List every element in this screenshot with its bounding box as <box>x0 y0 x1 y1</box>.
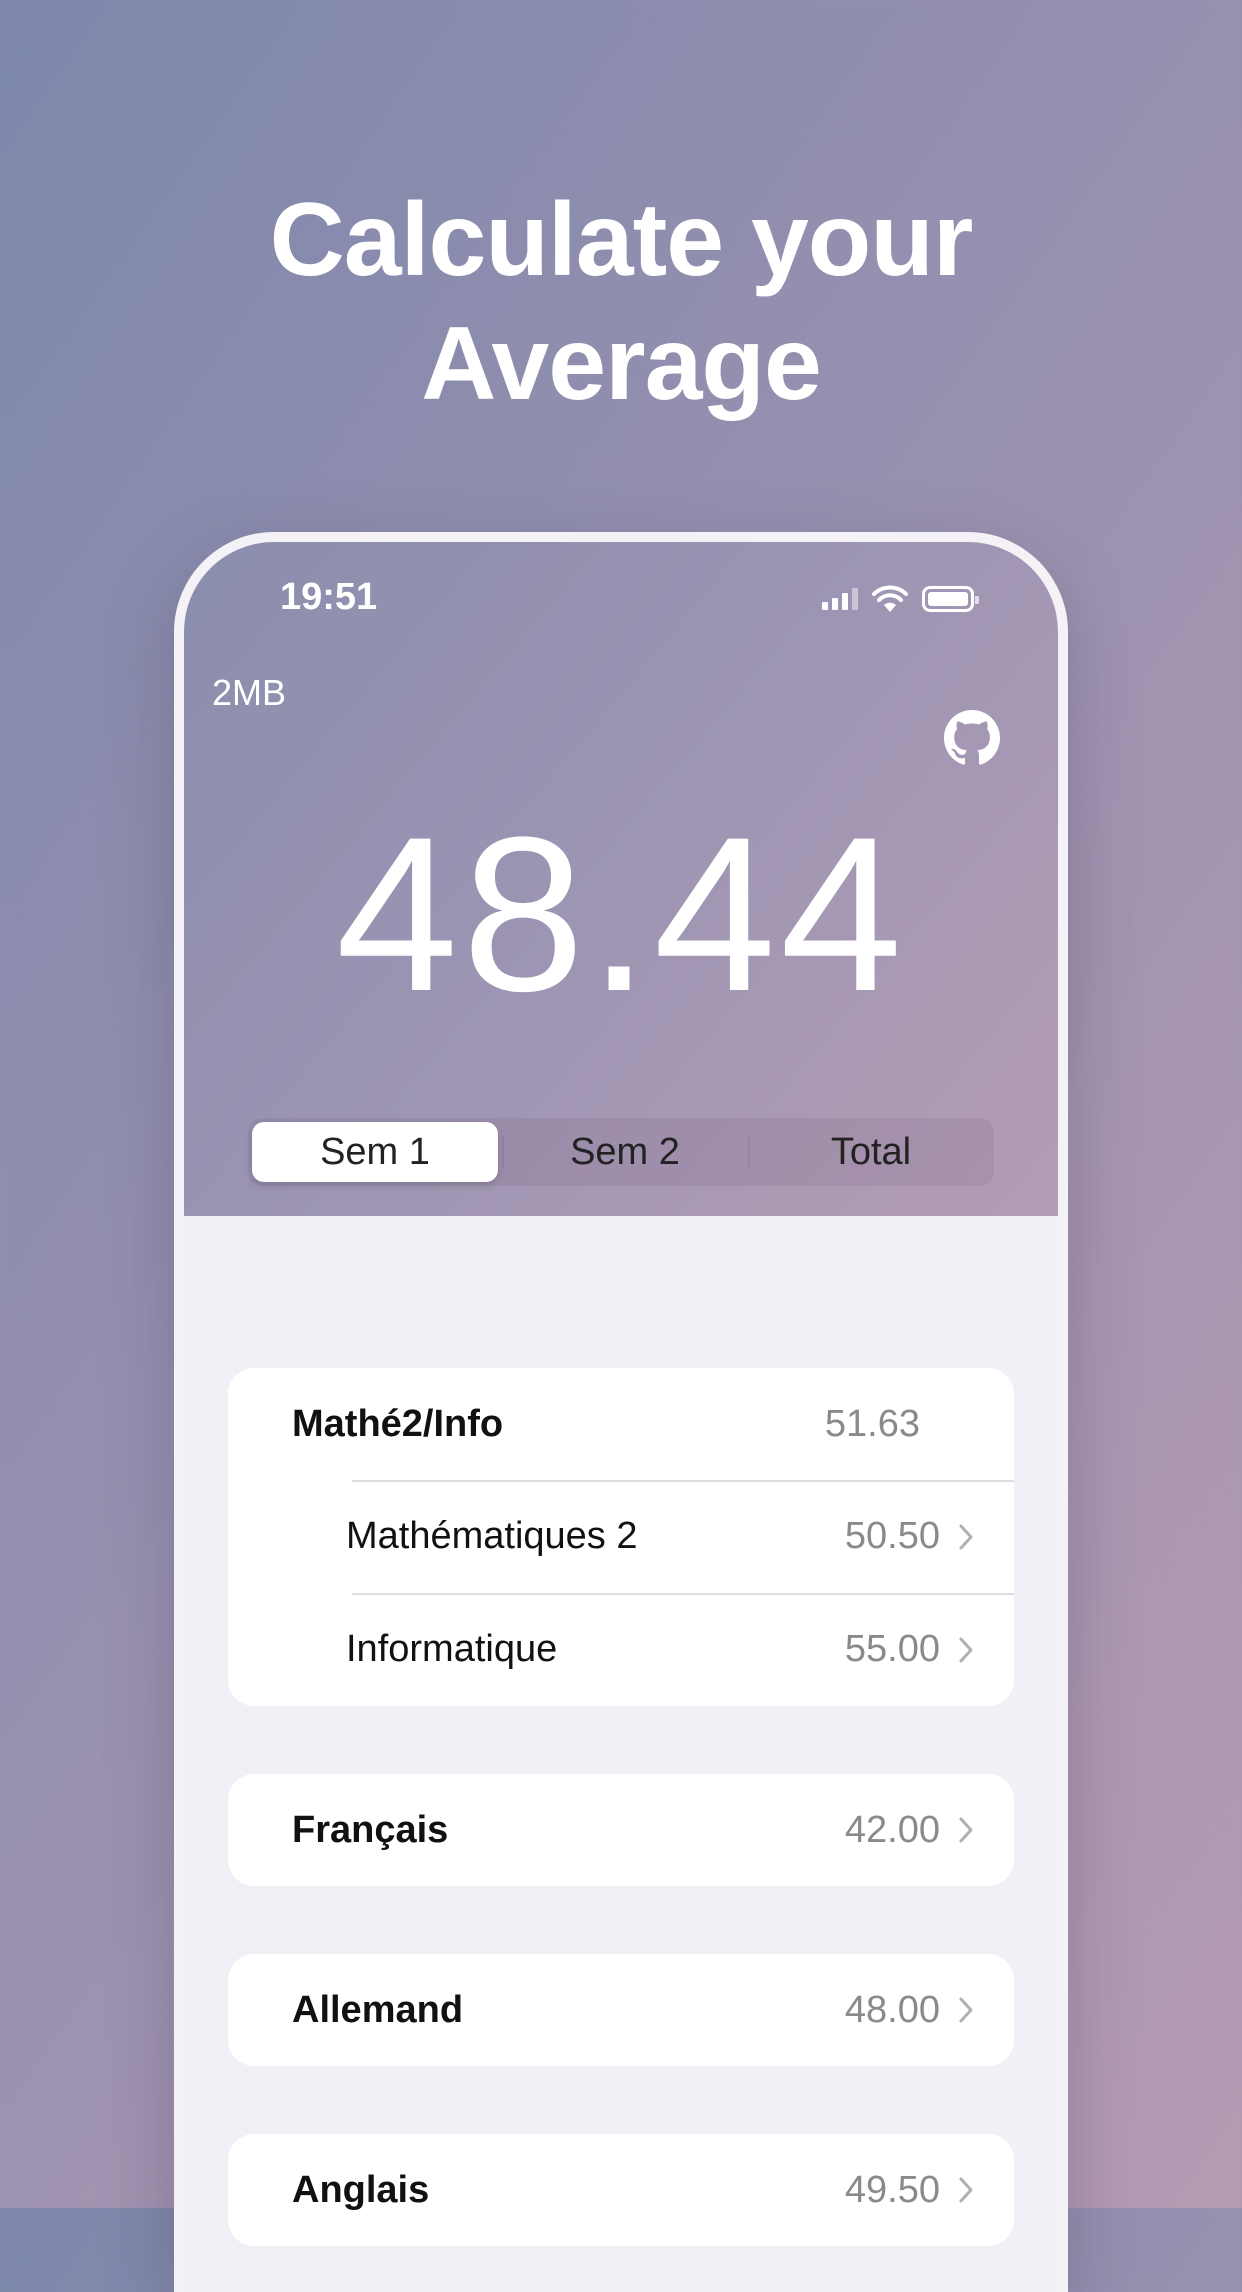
chevron-right-icon <box>959 1524 973 1549</box>
subject-average: 55.00 <box>844 1628 940 1670</box>
group-header-row: Mathé2/Info 51.63 <box>228 1368 1014 1480</box>
subject-card-allemand[interactable]: Allemand 48.00 <box>228 1954 1014 2066</box>
subject-value: 42.00 <box>845 1809 974 1852</box>
cellular-signal-icon <box>822 588 858 610</box>
battery-icon <box>922 586 979 612</box>
subject-label: Mathématiques 2 <box>346 1515 638 1557</box>
marketing-headline: Calculate your Average <box>0 178 1242 426</box>
semester-segmented-control[interactable]: Sem 1 Sem 2 Total <box>248 1118 994 1186</box>
subject-card-anglais[interactable]: Anglais 49.50 <box>228 2134 1014 2246</box>
subject-row[interactable]: Mathématiques 2 50.50 <box>228 1480 1014 1593</box>
subject-value: 49.50 <box>845 2169 974 2212</box>
segment-sem-2[interactable]: Sem 2 <box>502 1118 748 1186</box>
chevron-right-icon <box>959 1817 973 1843</box>
subject-row[interactable]: Anglais 49.50 <box>228 2134 1014 2246</box>
headline-line-1: Calculate your <box>269 182 974 298</box>
subject-row[interactable]: Allemand 48.00 <box>228 1954 1014 2066</box>
subject-value: 55.00 <box>845 1628 974 1671</box>
wifi-icon <box>872 585 908 612</box>
subject-group-card: Mathé2/Info 51.63 Mathématiques 2 50.50 … <box>228 1368 1014 1706</box>
chevron-right-icon <box>959 2177 973 2203</box>
subject-row[interactable]: Informatique 55.00 <box>228 1593 1014 1706</box>
subject-row[interactable]: Français 42.00 <box>228 1774 1014 1886</box>
row-divider <box>352 1480 1014 1482</box>
app-name: 2MB <box>212 672 287 713</box>
segment-sem-1[interactable]: Sem 1 <box>252 1122 498 1182</box>
subject-average: 50.50 <box>844 1515 940 1557</box>
average-header: 19:51 2MB 48.44 Sem 1 Sem 2 Total <box>174 532 1068 1216</box>
subject-average: 49.50 <box>844 2168 940 2211</box>
subject-average: 42.00 <box>844 1808 940 1851</box>
subject-average: 48.00 <box>844 1988 940 2031</box>
subject-value: 48.00 <box>845 1989 974 2032</box>
headline-line-2: Average <box>421 306 822 422</box>
group-title: Mathé2/Info <box>292 1402 504 1445</box>
subject-label: Allemand <box>292 1988 464 2031</box>
subject-label: Anglais <box>292 2168 430 2211</box>
subject-card-francais[interactable]: Français 42.00 <box>228 1774 1014 1886</box>
group-average: 51.63 <box>825 1403 920 1446</box>
segment-total[interactable]: Total <box>748 1118 994 1186</box>
subject-value: 50.50 <box>845 1515 974 1558</box>
status-icons <box>822 584 979 614</box>
group-average-value: 51.63 <box>824 1402 920 1445</box>
chevron-right-icon <box>959 1637 973 1662</box>
subject-label: Français <box>292 1808 449 1851</box>
github-icon[interactable] <box>944 710 1000 766</box>
average-value: 48.44 <box>335 791 907 1037</box>
row-divider <box>352 1593 1014 1595</box>
subject-label: Informatique <box>346 1628 558 1670</box>
status-time: 19:51 <box>280 576 378 618</box>
phone-frame: 19:51 2MB 48.44 Sem 1 Sem 2 Total Mathé2… <box>174 532 1068 2292</box>
chevron-right-icon <box>959 1997 973 2023</box>
